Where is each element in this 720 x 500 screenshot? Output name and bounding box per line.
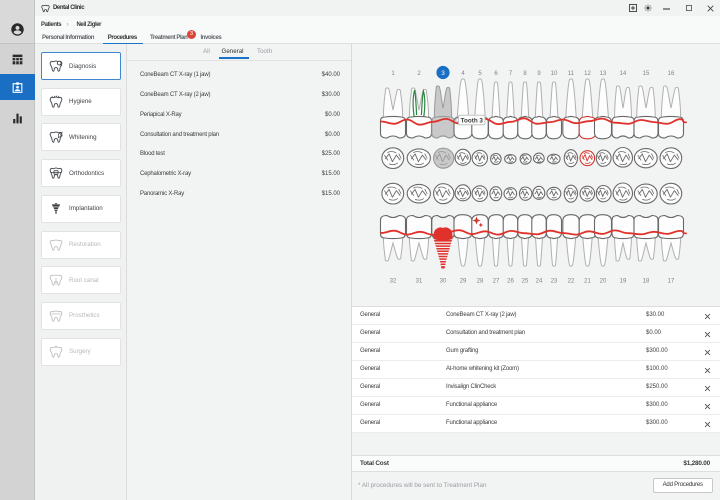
svg-text:29: 29 [460,278,467,284]
svg-text:13: 13 [600,71,607,77]
svg-text:27: 27 [493,278,500,284]
svg-text:11: 11 [568,71,575,77]
svg-text:32: 32 [390,278,397,284]
svg-text:23: 23 [551,278,558,284]
svg-text:18: 18 [643,278,650,284]
svg-text:30: 30 [440,278,447,284]
svg-text:20: 20 [600,278,607,284]
svg-text:25: 25 [522,278,529,284]
svg-text:5: 5 [478,71,482,77]
svg-text:Tooth 3: Tooth 3 [461,117,484,124]
svg-text:1: 1 [391,71,395,77]
svg-text:15: 15 [643,71,650,77]
svg-text:12: 12 [584,71,591,77]
svg-text:14: 14 [620,71,627,77]
svg-text:31: 31 [416,278,423,284]
svg-text:21: 21 [584,278,591,284]
svg-text:6: 6 [494,71,498,77]
svg-text:17: 17 [668,278,675,284]
svg-text:24: 24 [536,278,543,284]
svg-text:7: 7 [509,71,513,77]
svg-text:9: 9 [537,71,541,77]
svg-text:4: 4 [461,71,465,77]
svg-text:22: 22 [568,278,575,284]
svg-text:28: 28 [477,278,484,284]
svg-text:10: 10 [551,71,558,77]
svg-text:26: 26 [507,278,514,284]
svg-text:8: 8 [523,71,527,77]
svg-text:2: 2 [417,71,421,77]
svg-text:16: 16 [668,71,675,77]
svg-text:19: 19 [620,278,627,284]
svg-text:3: 3 [441,70,445,77]
